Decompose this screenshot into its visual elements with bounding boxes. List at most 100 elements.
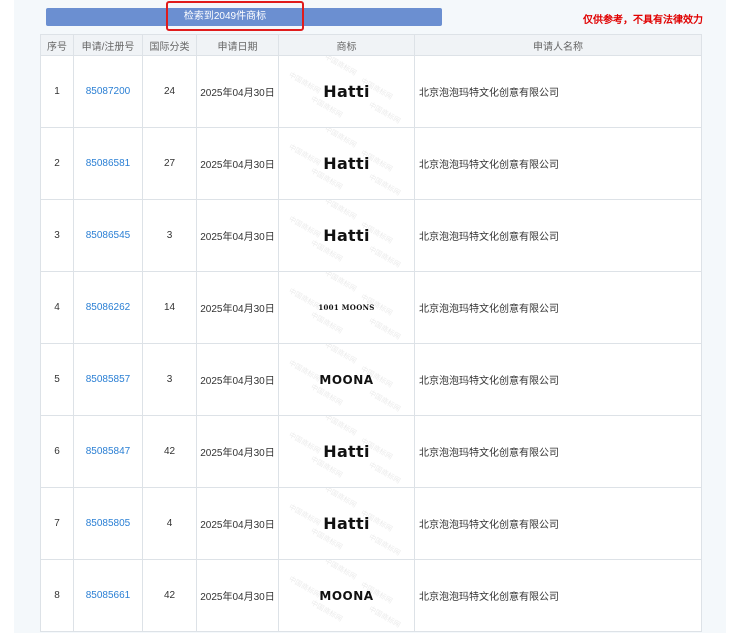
- column-header-trademark: 商标: [278, 34, 415, 56]
- class-cell: 42: [142, 559, 197, 632]
- reg-no-cell: 85085847: [73, 415, 143, 488]
- trademark-image-cell[interactable]: 中国商标网 中国商标网 中国商标网 中国商标网 中国商标网 Hatti: [278, 487, 415, 560]
- trademark-image-cell[interactable]: 中国商标网 中国商标网 中国商标网 中国商标网 中国商标网 1001 MOONS: [278, 271, 415, 344]
- date-cell: 2025年04月30日: [196, 199, 279, 272]
- reg-no-cell: 85085805: [73, 487, 143, 560]
- trademark-results-table: 序号 申请/注册号 国际分类 申请日期 商标 申请人名称 1 85087200 …: [40, 34, 702, 632]
- column-header-index: 序号: [40, 34, 74, 56]
- trademark-image: 1001 MOONS: [318, 303, 375, 312]
- watermark-mark: 中国商标网: [367, 245, 402, 270]
- reg-no-link[interactable]: 85086262: [86, 302, 131, 313]
- watermark-mark: 中国商标网: [323, 343, 358, 366]
- watermark-mark: 中国商标网: [287, 503, 322, 528]
- watermark-mark: 中国商标网: [367, 317, 402, 342]
- reg-no-link[interactable]: 85087200: [86, 86, 131, 97]
- trademark-image-cell[interactable]: 中国商标网 中国商标网 中国商标网 中国商标网 中国商标网 Hatti: [278, 415, 415, 488]
- watermark-mark: 中国商标网: [309, 311, 344, 336]
- class-cell: 24: [142, 55, 197, 128]
- watermark-mark: 中国商标网: [287, 359, 322, 384]
- watermark-mark: 中国商标网: [367, 533, 402, 558]
- watermark-mark: 中国商标网: [323, 559, 358, 582]
- reg-no-cell: 85087200: [73, 55, 143, 128]
- applicant-cell: 北京泡泡玛特文化创意有限公司: [414, 55, 702, 128]
- trademark-image: Hatti: [323, 226, 370, 245]
- watermark-mark: 中国商标网: [367, 461, 402, 486]
- watermark-mark: 中国商标网: [367, 389, 402, 414]
- row-index: 1: [40, 55, 74, 128]
- date-cell: 2025年04月30日: [196, 559, 279, 632]
- trademark-image: Hatti: [323, 154, 370, 173]
- class-cell: 3: [142, 343, 197, 416]
- trademark-image-cell[interactable]: 中国商标网 中国商标网 中国商标网 中国商标网 中国商标网 MOONA: [278, 343, 415, 416]
- row-index: 8: [40, 559, 74, 632]
- applicant-cell: 北京泡泡玛特文化创意有限公司: [414, 415, 702, 488]
- row-index: 7: [40, 487, 74, 560]
- class-cell: 3: [142, 199, 197, 272]
- watermark-mark: 中国商标网: [323, 127, 358, 150]
- reg-no-cell: 85086545: [73, 199, 143, 272]
- date-cell: 2025年04月30日: [196, 343, 279, 416]
- table-header-row: 序号 申请/注册号 国际分类 申请日期 商标 申请人名称: [40, 34, 702, 56]
- row-index: 3: [40, 199, 74, 272]
- watermark-mark: 中国商标网: [323, 415, 358, 438]
- reg-no-link[interactable]: 85085661: [86, 590, 131, 601]
- trademark-image: Hatti: [323, 442, 370, 461]
- date-cell: 2025年04月30日: [196, 55, 279, 128]
- date-cell: 2025年04月30日: [196, 487, 279, 560]
- watermark-mark: 中国商标网: [367, 173, 402, 198]
- watermark-mark: 中国商标网: [287, 215, 322, 240]
- table-row[interactable]: 7 85085805 4 2025年04月30日 中国商标网 中国商标网 中国商标网…: [40, 487, 702, 560]
- result-count-highlight: [166, 1, 304, 31]
- trademark-image-cell[interactable]: 中国商标网 中国商标网 中国商标网 中国商标网 中国商标网 Hatti: [278, 127, 415, 200]
- reg-no-link[interactable]: 85085857: [86, 374, 131, 385]
- watermark-mark: 中国商标网: [287, 575, 322, 600]
- trademark-image: Hatti: [323, 514, 370, 533]
- column-header-class: 国际分类: [142, 34, 197, 56]
- applicant-cell: 北京泡泡玛特文化创意有限公司: [414, 559, 702, 632]
- class-cell: 14: [142, 271, 197, 344]
- watermark-mark: 中国商标网: [367, 605, 402, 630]
- table-row[interactable]: 3 85086545 3 2025年04月30日 中国商标网 中国商标网 中国商标网…: [40, 199, 702, 272]
- table-row[interactable]: 6 85085847 42 2025年04月30日 中国商标网 中国商标网 中国商标…: [40, 415, 702, 488]
- table-row[interactable]: 2 85086581 27 2025年04月30日 中国商标网 中国商标网 中国商标…: [40, 127, 702, 200]
- row-index: 4: [40, 271, 74, 344]
- class-cell: 42: [142, 415, 197, 488]
- table-row[interactable]: 5 85085857 3 2025年04月30日 中国商标网 中国商标网 中国商标网…: [40, 343, 702, 416]
- applicant-cell: 北京泡泡玛特文化创意有限公司: [414, 487, 702, 560]
- reg-no-cell: 85086262: [73, 271, 143, 344]
- trademark-image: MOONA: [319, 372, 374, 387]
- disclaimer-text: 仅供参考，不具有法律效力: [583, 15, 703, 26]
- column-header-reg-no: 申请/注册号: [73, 34, 143, 56]
- watermark-mark: 中国商标网: [323, 55, 358, 78]
- trademark-image-cell[interactable]: 中国商标网 中国商标网 中国商标网 中国商标网 中国商标网 Hatti: [278, 55, 415, 128]
- class-cell: 27: [142, 127, 197, 200]
- date-cell: 2025年04月30日: [196, 271, 279, 344]
- table-row[interactable]: 8 85085661 42 2025年04月30日 中国商标网 中国商标网 中国商标…: [40, 559, 702, 632]
- reg-no-link[interactable]: 85086581: [86, 158, 131, 169]
- trademark-image-cell[interactable]: 中国商标网 中国商标网 中国商标网 中国商标网 中国商标网 MOONA: [278, 559, 415, 632]
- reg-no-link[interactable]: 85086545: [86, 230, 131, 241]
- reg-no-link[interactable]: 85085805: [86, 518, 131, 529]
- class-cell: 4: [142, 487, 197, 560]
- date-cell: 2025年04月30日: [196, 415, 279, 488]
- row-index: 2: [40, 127, 74, 200]
- watermark-mark: 中国商标网: [323, 487, 358, 510]
- column-header-date: 申请日期: [196, 34, 279, 56]
- trademark-image-cell[interactable]: 中国商标网 中国商标网 中国商标网 中国商标网 中国商标网 Hatti: [278, 199, 415, 272]
- watermark-mark: 中国商标网: [367, 101, 402, 126]
- table-row[interactable]: 4 85086262 14 2025年04月30日 中国商标网 中国商标网 中国商标…: [40, 271, 702, 344]
- applicant-cell: 北京泡泡玛特文化创意有限公司: [414, 127, 702, 200]
- watermark-mark: 中国商标网: [287, 431, 322, 456]
- reg-no-cell: 85086581: [73, 127, 143, 200]
- column-header-applicant: 申请人名称: [414, 34, 702, 56]
- trademark-image: MOONA: [319, 588, 374, 603]
- date-cell: 2025年04月30日: [196, 127, 279, 200]
- watermark-mark: 中国商标网: [323, 271, 358, 294]
- watermark-mark: 中国商标网: [323, 199, 358, 222]
- applicant-cell: 北京泡泡玛特文化创意有限公司: [414, 199, 702, 272]
- table-row[interactable]: 1 85087200 24 2025年04月30日 中国商标网 中国商标网 中国商标…: [40, 55, 702, 128]
- trademark-image: Hatti: [323, 82, 370, 101]
- reg-no-link[interactable]: 85085847: [86, 446, 131, 457]
- watermark-mark: 中国商标网: [287, 143, 322, 168]
- watermark-mark: 中国商标网: [287, 71, 322, 96]
